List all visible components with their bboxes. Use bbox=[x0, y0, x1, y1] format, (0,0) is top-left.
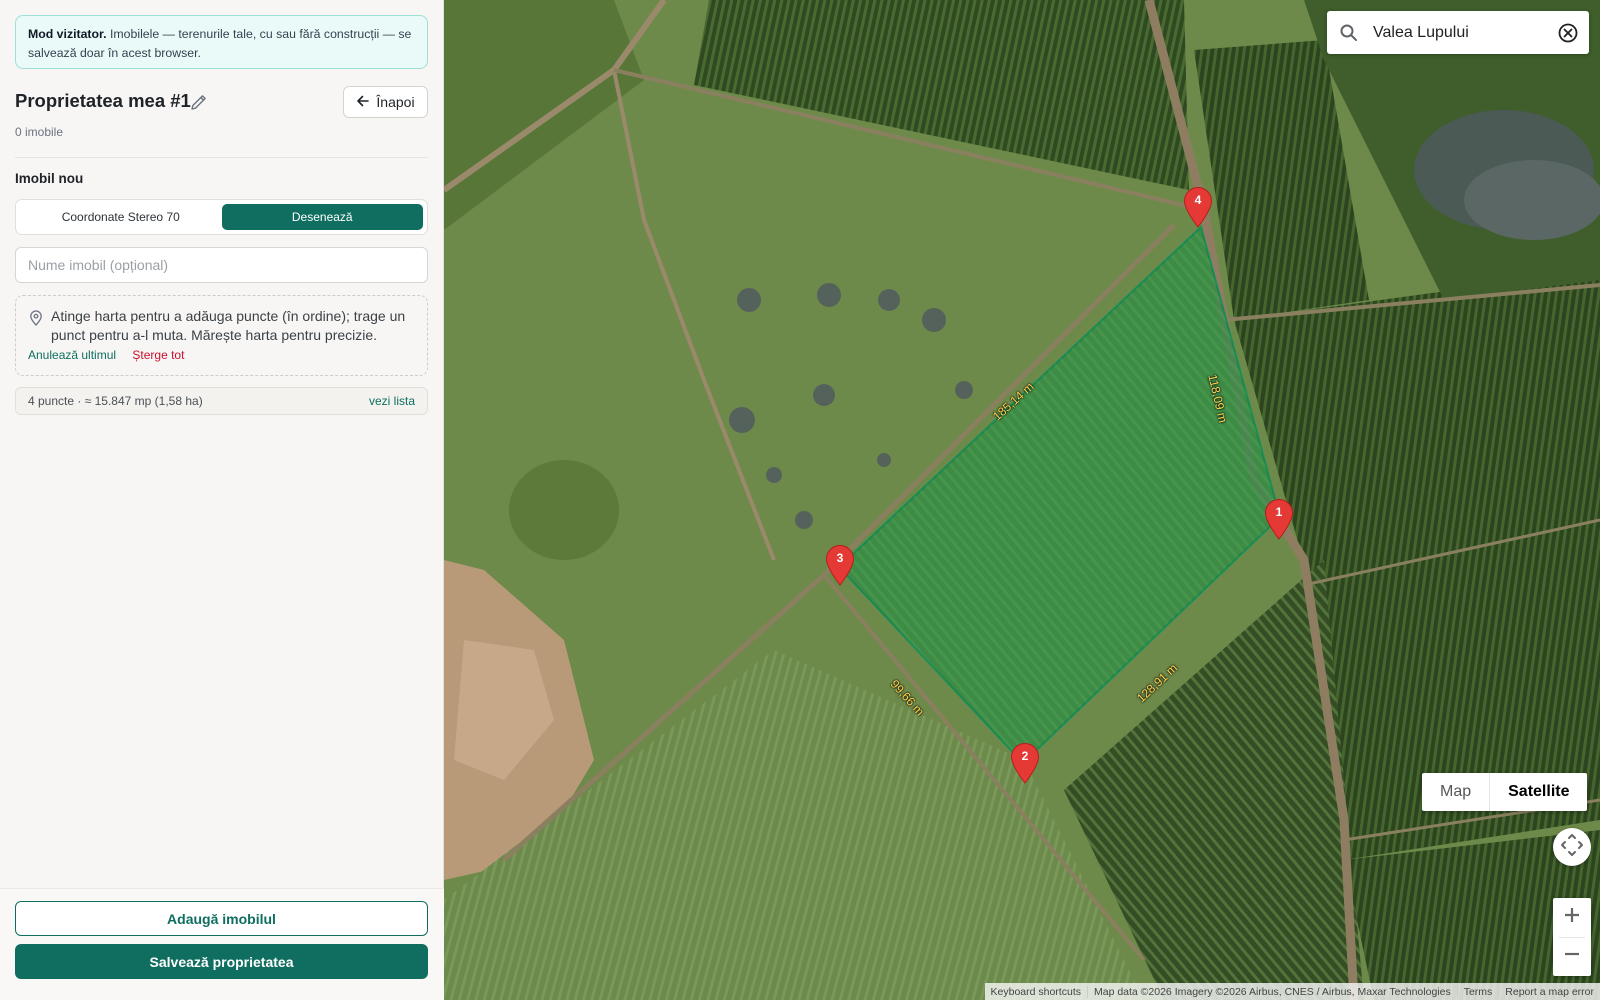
map-type-map[interactable]: Map bbox=[1422, 773, 1491, 811]
map-marker[interactable]: 2 bbox=[1010, 742, 1040, 784]
sidebar: Mod vizitator. Imobilele — terenurile ta… bbox=[0, 0, 444, 1000]
points-stats: 4 puncte · ≈ 15.847 mp (1,58 ha) bbox=[28, 394, 203, 408]
zoom-out-button[interactable] bbox=[1553, 937, 1591, 976]
map-type-satellite[interactable]: Satellite bbox=[1490, 773, 1587, 811]
hint-actions: Anulează ultimul Șterge tot bbox=[28, 348, 184, 362]
page-title: Proprietatea mea #1 bbox=[15, 90, 191, 111]
notice-bold: Mod vizitator. bbox=[28, 27, 107, 41]
save-property-button[interactable]: Salvează proprietatea bbox=[15, 944, 428, 979]
move-arrows-icon bbox=[1560, 833, 1584, 862]
zoom-control bbox=[1553, 898, 1591, 976]
pencil-icon[interactable] bbox=[189, 92, 209, 112]
zoom-in-button[interactable] bbox=[1553, 898, 1591, 937]
hint-text: Atinge harta pentru a adăuga puncte (în … bbox=[51, 308, 406, 343]
property-header: Proprietatea mea #1 Înapoi bbox=[15, 86, 428, 118]
map-marker[interactable]: 4 bbox=[1183, 186, 1213, 228]
map-search-box bbox=[1327, 11, 1589, 54]
points-summary: 4 puncte · ≈ 15.847 mp (1,58 ha) vezi li… bbox=[15, 387, 428, 415]
map-marker[interactable]: 1 bbox=[1264, 498, 1294, 540]
camera-control[interactable] bbox=[1553, 828, 1591, 866]
clear-search-icon[interactable] bbox=[1557, 22, 1579, 44]
map-data-credit: Map data ©2026 Imagery ©2026 Airbus, CNE… bbox=[1086, 985, 1457, 998]
mode-switch: Coordonate Stereo 70 Desenează bbox=[15, 199, 428, 235]
report-error-link[interactable]: Report a map error bbox=[1498, 985, 1600, 998]
draw-hint: Atinge harta pentru a adăuga puncte (în … bbox=[15, 295, 428, 376]
tab-stereo70[interactable]: Coordonate Stereo 70 bbox=[20, 204, 222, 230]
minus-icon bbox=[1563, 945, 1581, 968]
action-footer: Adaugă imobilul Salvează proprietatea bbox=[0, 888, 444, 1000]
property-count: 0 imobile bbox=[15, 125, 64, 139]
add-property-button[interactable]: Adaugă imobilul bbox=[15, 901, 428, 936]
back-label: Înapoi bbox=[376, 94, 415, 110]
back-button[interactable]: Înapoi bbox=[343, 86, 428, 118]
map-type-control: Map Satellite bbox=[1422, 773, 1588, 811]
undo-last-link[interactable]: Anulează ultimul bbox=[28, 348, 116, 362]
terms-link[interactable]: Terms bbox=[1456, 985, 1499, 998]
search-icon bbox=[1339, 23, 1359, 43]
property-name-input[interactable] bbox=[15, 247, 428, 283]
tab-draw[interactable]: Desenează bbox=[221, 204, 423, 230]
map-imagery bbox=[444, 0, 1600, 1000]
map-pin-icon bbox=[28, 310, 44, 326]
section-title: Imobil nou bbox=[15, 171, 84, 186]
keyboard-shortcuts-link[interactable]: Keyboard shortcuts bbox=[985, 986, 1087, 998]
map-search-input[interactable] bbox=[1373, 23, 1553, 42]
guest-mode-notice: Mod vizitator. Imobilele — terenurile ta… bbox=[15, 15, 428, 69]
map-marker[interactable]: 3 bbox=[825, 544, 855, 586]
satellite-map[interactable]: 118,09 m 128,91 m 99,66 m 185,14 m 1 2 3… bbox=[444, 0, 1600, 1000]
arrow-left-icon bbox=[356, 94, 370, 111]
zoom-divider bbox=[1559, 937, 1585, 938]
divider bbox=[15, 157, 428, 158]
clear-all-link[interactable]: Șterge tot bbox=[132, 348, 184, 362]
map-attribution: Keyboard shortcuts Map data ©2026 Imager… bbox=[984, 983, 1600, 1000]
view-list-link[interactable]: vezi lista bbox=[369, 394, 415, 408]
plus-icon bbox=[1563, 906, 1581, 929]
